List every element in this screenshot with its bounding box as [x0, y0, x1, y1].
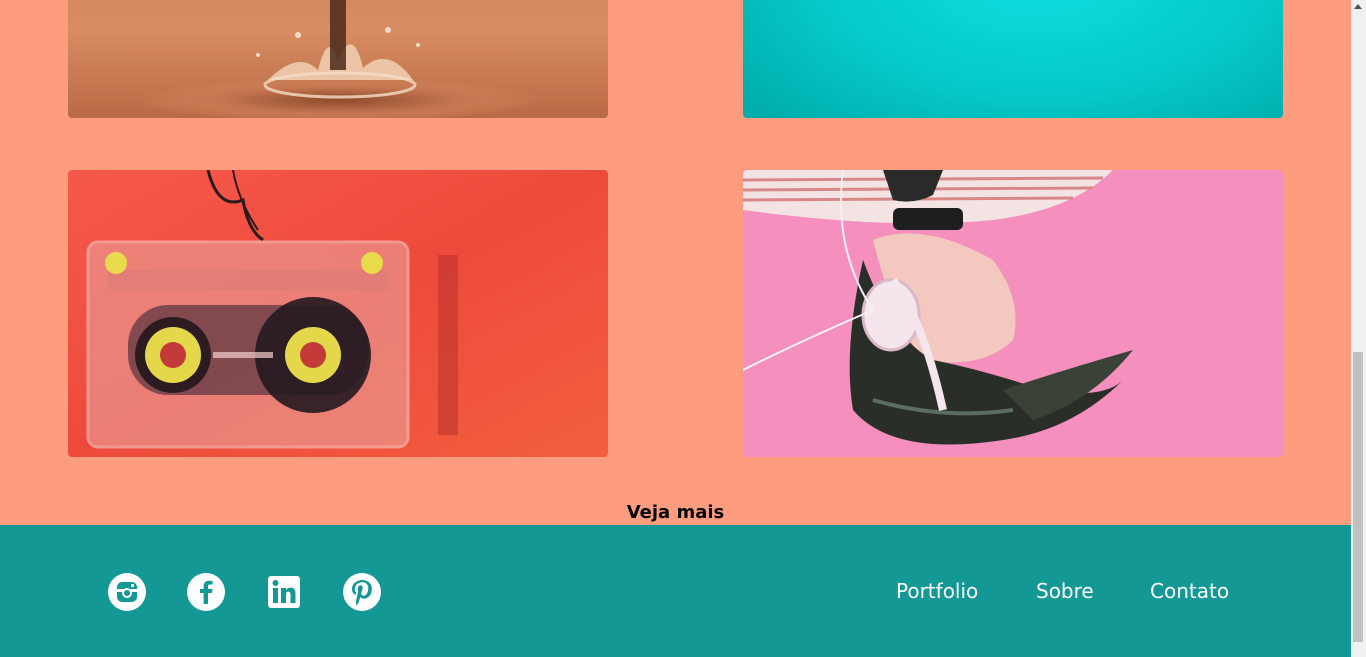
scroll-up-arrow-icon[interactable] — [1354, 4, 1362, 9]
facebook-icon — [187, 573, 225, 611]
page: Veja mais Portfolio Sobre Contato — [0, 0, 1351, 657]
nav-portfolio[interactable]: Portfolio — [896, 579, 978, 603]
nav-contato[interactable]: Contato — [1150, 579, 1229, 603]
instagram-link[interactable] — [107, 572, 147, 612]
nav-sobre[interactable]: Sobre — [1036, 579, 1094, 603]
see-more-link[interactable]: Veja mais — [0, 502, 1351, 523]
cassette-tape-image[interactable] — [68, 170, 608, 457]
pinterest-link[interactable] — [342, 572, 382, 612]
linkedin-link[interactable] — [264, 572, 304, 612]
vertical-scrollbar[interactable] — [1351, 0, 1366, 657]
scrollbar-thumb[interactable] — [1353, 352, 1363, 642]
turquoise-gradient-image[interactable] — [743, 0, 1283, 118]
pinterest-icon — [343, 573, 381, 611]
water-splash-image[interactable] — [68, 0, 608, 118]
instagram-icon — [108, 573, 146, 611]
headphones-girl-image[interactable] — [743, 170, 1283, 457]
facebook-link[interactable] — [186, 572, 226, 612]
footer: Portfolio Sobre Contato — [0, 525, 1351, 657]
linkedin-icon — [268, 576, 300, 608]
